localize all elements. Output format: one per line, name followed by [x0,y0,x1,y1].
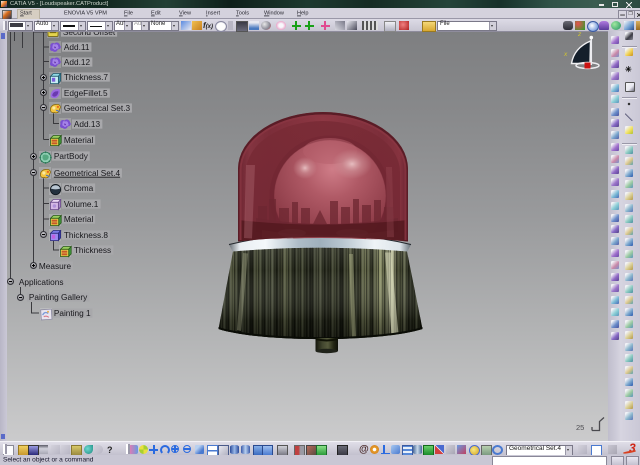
svg-text:25: 25 [576,423,584,432]
svg-text:x: x [563,51,568,58]
svg-text:z: z [577,31,582,38]
